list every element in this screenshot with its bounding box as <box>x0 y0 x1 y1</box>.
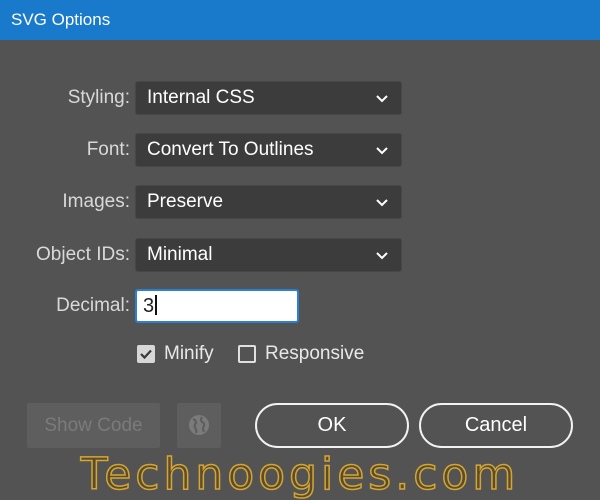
styling-value: Internal CSS <box>147 87 255 108</box>
chevron-down-icon <box>376 199 388 207</box>
responsive-option[interactable]: Responsive <box>238 342 364 366</box>
minify-option[interactable]: Minify <box>137 342 214 366</box>
font-dropdown[interactable]: Convert To Outlines <box>135 133 402 167</box>
globe-button[interactable] <box>177 403 221 448</box>
minify-label: Minify <box>164 343 214 364</box>
styling-label: Styling: <box>67 87 130 108</box>
responsive-checkbox[interactable] <box>238 345 256 363</box>
chevron-down-icon <box>376 252 388 260</box>
images-dropdown[interactable]: Preserve <box>135 185 402 219</box>
font-value: Convert To Outlines <box>147 139 314 160</box>
cancel-button[interactable]: Cancel <box>419 403 573 448</box>
object-ids-label: Object IDs: <box>36 244 130 265</box>
styling-dropdown[interactable]: Internal CSS <box>135 81 402 115</box>
text-caret <box>155 295 158 315</box>
minify-checkbox[interactable] <box>137 345 155 363</box>
object-ids-dropdown[interactable]: Minimal <box>135 238 402 272</box>
decimal-input[interactable]: 3 <box>135 289 299 323</box>
object-ids-value: Minimal <box>147 244 213 265</box>
window-title: SVG Options <box>11 10 111 29</box>
ok-button[interactable]: OK <box>255 403 409 448</box>
show-code-button[interactable]: Show Code <box>27 403 160 448</box>
globe-icon <box>189 415 209 435</box>
chevron-down-icon <box>376 95 388 103</box>
responsive-label: Responsive <box>265 343 365 364</box>
images-value: Preserve <box>147 191 224 212</box>
decimal-label: Decimal: <box>56 295 130 316</box>
title-bar: SVG Options <box>0 0 600 40</box>
watermark-text: Technoogies.com <box>80 449 520 500</box>
font-label: Font: <box>86 139 130 160</box>
images-label: Images: <box>62 191 130 212</box>
chevron-down-icon <box>376 147 388 155</box>
decimal-value: 3 <box>143 295 155 317</box>
checkmark-icon <box>140 349 152 360</box>
